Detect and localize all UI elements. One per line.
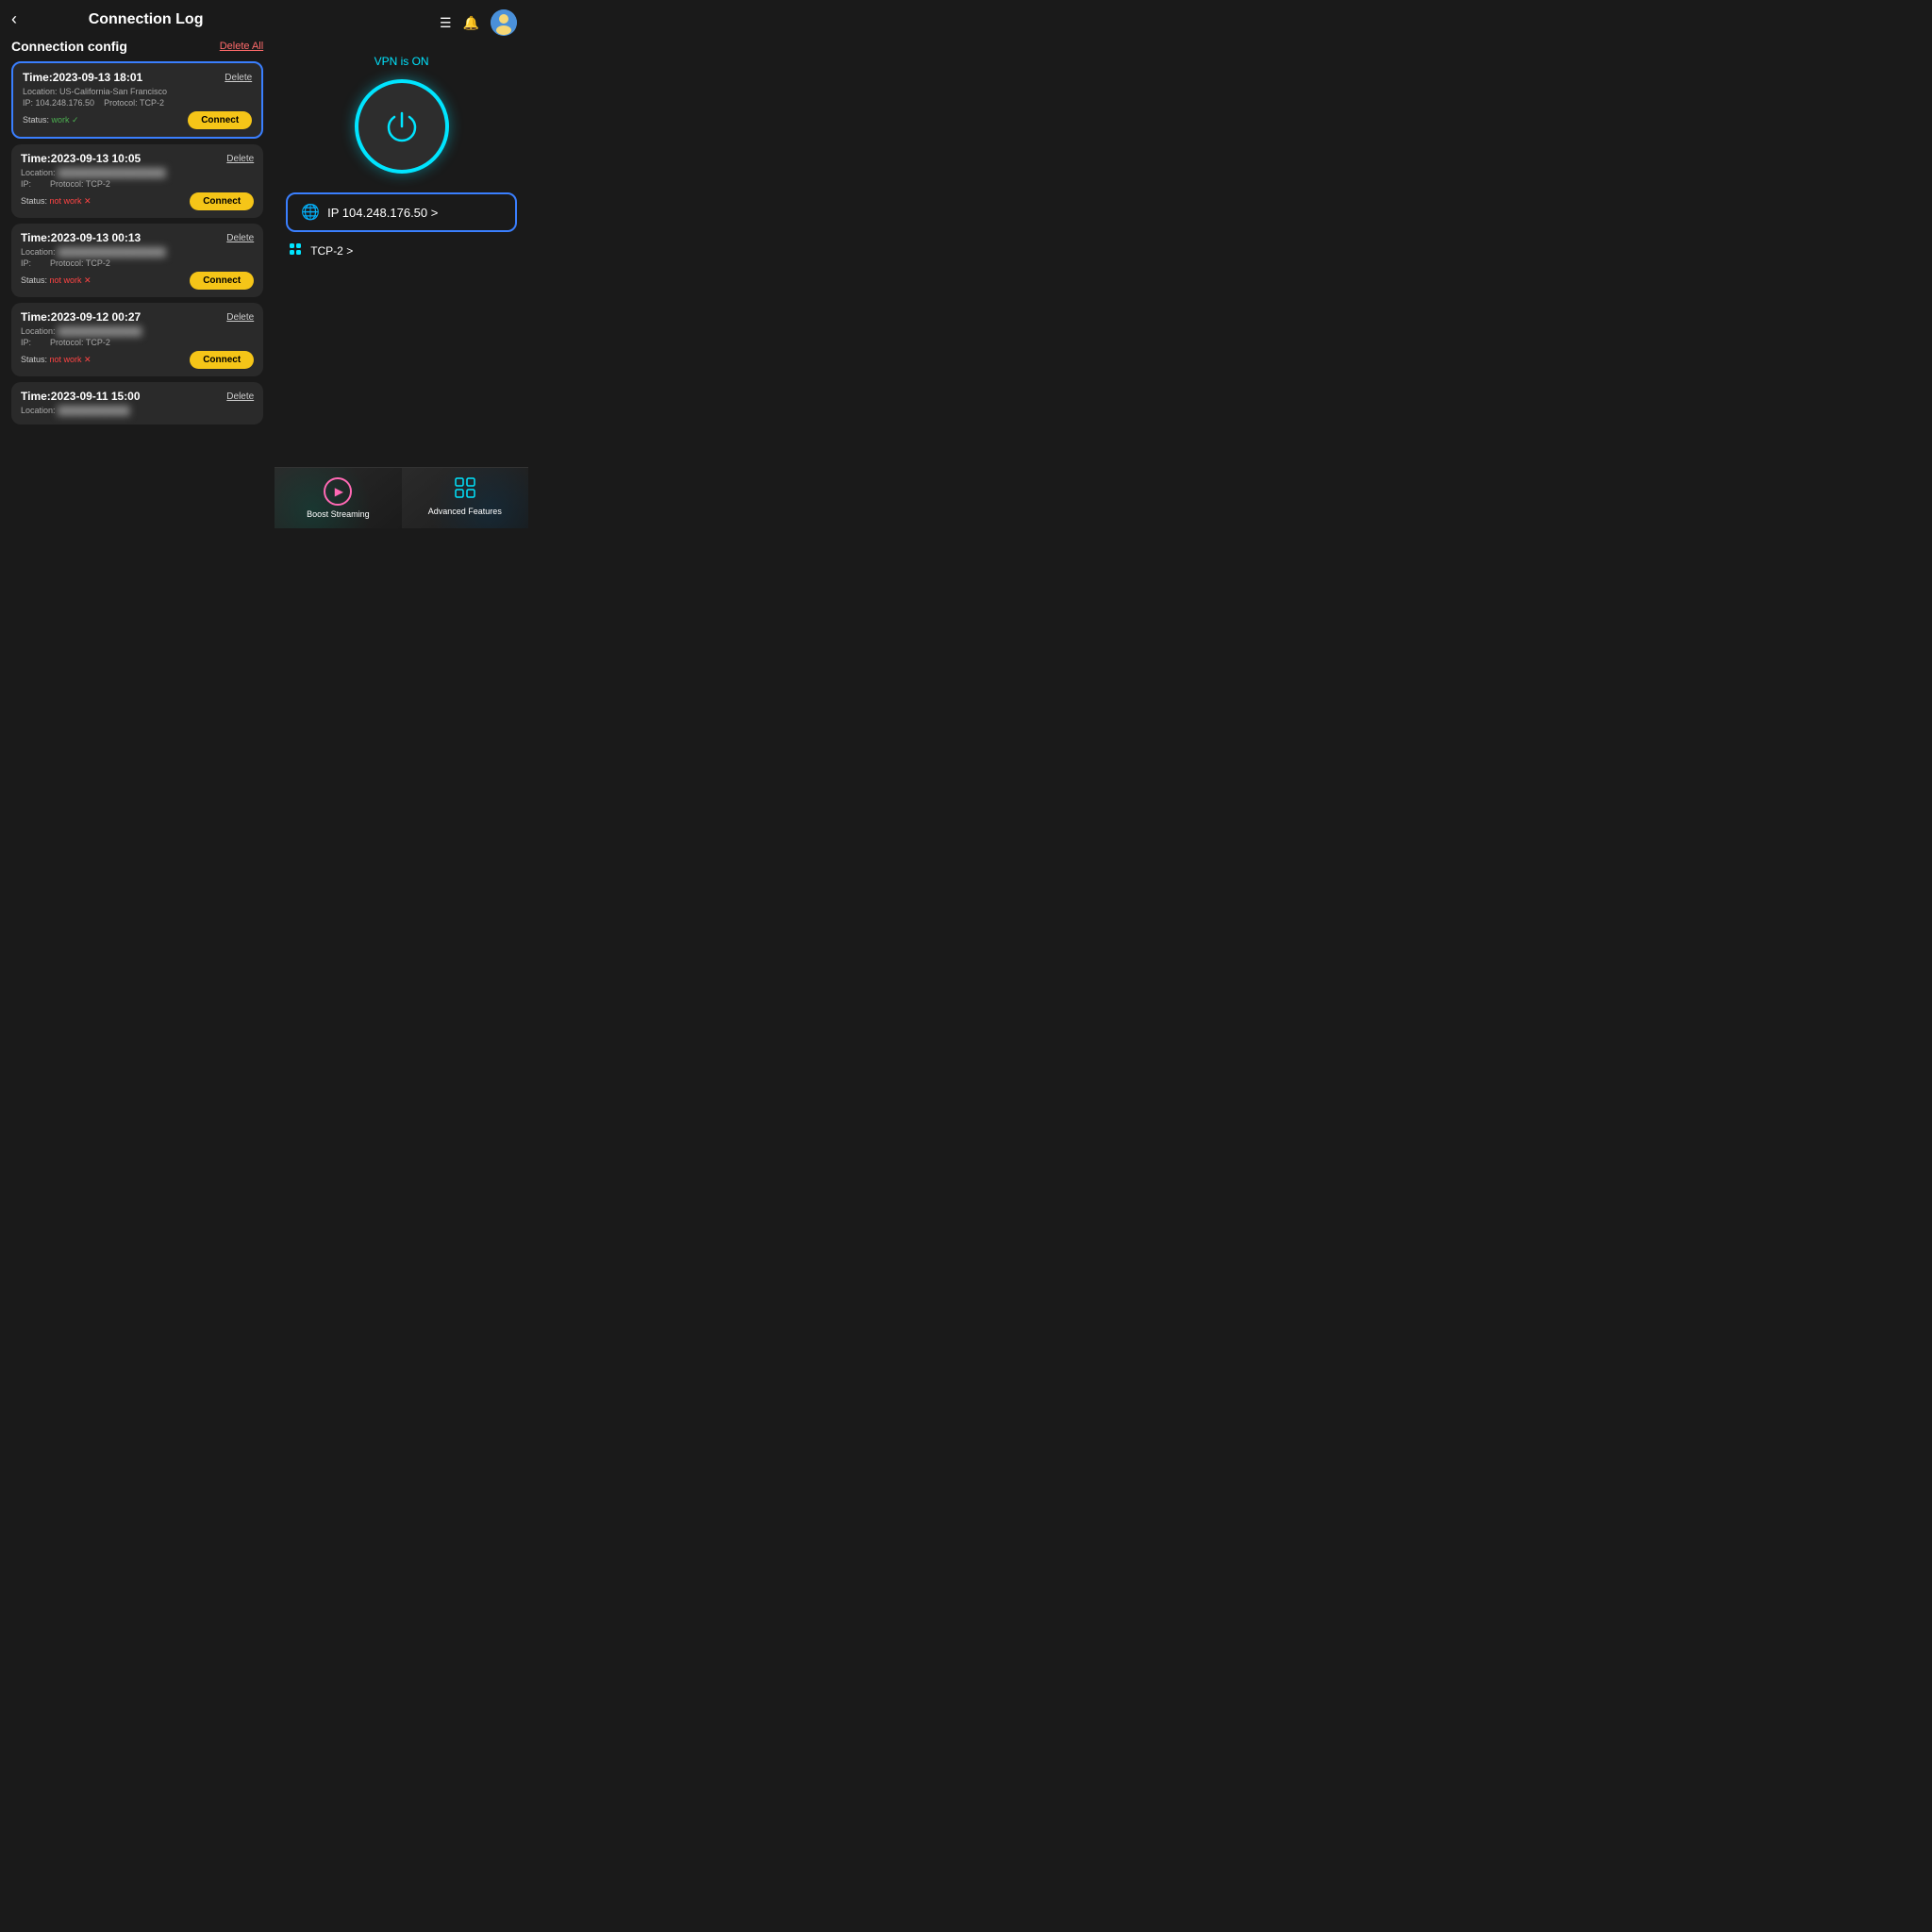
log-item: Time:2023-09-11 15:00 Delete Location: █…: [11, 382, 263, 425]
config-header: Connection config Delete All: [11, 39, 263, 54]
protocol-icon: [288, 242, 303, 259]
nav-item-boost-streaming[interactable]: ▶ Boost Streaming: [275, 468, 401, 528]
delete-all-button[interactable]: Delete All: [220, 41, 263, 52]
protocol-label: TCP-2 >: [310, 244, 353, 258]
log-time: Time:2023-09-13 10:05: [21, 152, 141, 165]
log-status-row: Status: not work ✕ Connect: [21, 351, 254, 369]
play-circle-icon: ▶: [324, 477, 352, 506]
log-ip-protocol: IP: Protocol: TCP-2: [21, 258, 254, 268]
menu-icon[interactable]: ☰: [440, 15, 452, 31]
left-panel: ‹ Connection Log Connection config Delet…: [0, 0, 275, 528]
log-status-row: Status: work ✓ Connect: [23, 111, 252, 129]
log-location: Location: US-California-San Francisco: [23, 87, 252, 96]
log-delete-button[interactable]: Delete: [226, 312, 254, 323]
log-item: Time:2023-09-13 10:05 Delete Location: █…: [11, 144, 263, 218]
log-time: Time:2023-09-11 15:00: [21, 390, 141, 403]
log-ip-protocol: IP: 104.248.176.50 Protocol: TCP-2: [23, 98, 252, 108]
log-status: Status: not work ✕: [21, 275, 92, 286]
log-status: Status: not work ✕: [21, 196, 92, 207]
log-location: Location: ██████████████████: [21, 247, 254, 257]
blurred-location: ██████████████████: [58, 247, 166, 257]
status-value: not work ✕: [50, 355, 92, 364]
back-button[interactable]: ‹: [11, 9, 17, 29]
log-status: Status: work ✓: [23, 115, 79, 125]
protocol-row[interactable]: TCP-2 >: [275, 238, 528, 267]
ip-address: IP 104.248.176.50 >: [327, 206, 502, 220]
nav-item-advanced-features[interactable]: Advanced Features: [402, 468, 528, 528]
log-item: Time:2023-09-13 00:13 Delete Location: █…: [11, 224, 263, 297]
log-time: Time:2023-09-12 00:27: [21, 310, 141, 324]
status-value: not work ✕: [50, 275, 92, 285]
blurred-location: ██████████████: [58, 326, 142, 336]
boost-streaming-label: Boost Streaming: [307, 509, 370, 519]
header: ‹ Connection Log: [11, 9, 263, 29]
log-item-header: Time:2023-09-12 00:27 Delete: [21, 310, 254, 324]
right-panel: ☰ 🔔 VPN is ON: [275, 0, 528, 528]
globe-icon: 🌐: [301, 203, 320, 222]
log-list: Time:2023-09-13 18:01 Delete Location: U…: [11, 61, 263, 519]
page-title: Connection Log: [28, 11, 263, 28]
status-value: not work ✕: [50, 196, 92, 206]
log-delete-button[interactable]: Delete: [226, 154, 254, 164]
power-button-container: [355, 79, 449, 174]
log-item: Time:2023-09-13 18:01 Delete Location: U…: [11, 61, 263, 139]
play-icon: ▶: [335, 485, 343, 498]
log-item-header: Time:2023-09-11 15:00 Delete: [21, 390, 254, 403]
connect-button[interactable]: Connect: [190, 272, 254, 290]
log-location: Location: ██████████████████: [21, 168, 254, 177]
power-icon: [385, 109, 419, 143]
ip-box[interactable]: 🌐 IP 104.248.176.50 >: [286, 192, 517, 232]
blurred-location: ████████████: [58, 406, 130, 415]
advanced-features-label: Advanced Features: [428, 507, 502, 516]
vpn-section: VPN is ON: [275, 45, 528, 192]
vpn-status: VPN is ON: [375, 55, 429, 68]
log-ip-protocol: IP: Protocol: TCP-2: [21, 179, 254, 189]
connect-button[interactable]: Connect: [190, 351, 254, 369]
log-time: Time:2023-09-13 00:13: [21, 231, 141, 244]
connect-button[interactable]: Connect: [188, 111, 252, 129]
bell-icon[interactable]: 🔔: [463, 15, 479, 31]
connect-button[interactable]: Connect: [190, 192, 254, 210]
log-time: Time:2023-09-13 18:01: [23, 71, 142, 84]
log-status: Status: not work ✕: [21, 355, 92, 365]
log-item-header: Time:2023-09-13 10:05 Delete: [21, 152, 254, 165]
log-status-row: Status: not work ✕ Connect: [21, 192, 254, 210]
log-ip-protocol: IP: Protocol: TCP-2: [21, 338, 254, 347]
log-delete-button[interactable]: Delete: [225, 73, 252, 83]
blurred-location: ██████████████████: [58, 168, 166, 177]
power-button[interactable]: [355, 79, 449, 174]
log-location: Location: ████████████: [21, 406, 254, 415]
log-item-header: Time:2023-09-13 18:01 Delete: [23, 71, 252, 84]
log-status-row: Status: not work ✕ Connect: [21, 272, 254, 290]
log-delete-button[interactable]: Delete: [226, 233, 254, 243]
log-item: Time:2023-09-12 00:27 Delete Location: █…: [11, 303, 263, 376]
log-delete-button[interactable]: Delete: [226, 391, 254, 402]
grid-icon: [455, 477, 475, 503]
log-item-header: Time:2023-09-13 00:13 Delete: [21, 231, 254, 244]
avatar[interactable]: [491, 9, 517, 36]
bottom-nav: ▶ Boost Streaming: [275, 467, 528, 528]
config-title: Connection config: [11, 39, 127, 54]
log-location: Location: ██████████████: [21, 326, 254, 336]
status-value: work ✓: [52, 115, 79, 125]
right-header: ☰ 🔔: [275, 0, 528, 45]
